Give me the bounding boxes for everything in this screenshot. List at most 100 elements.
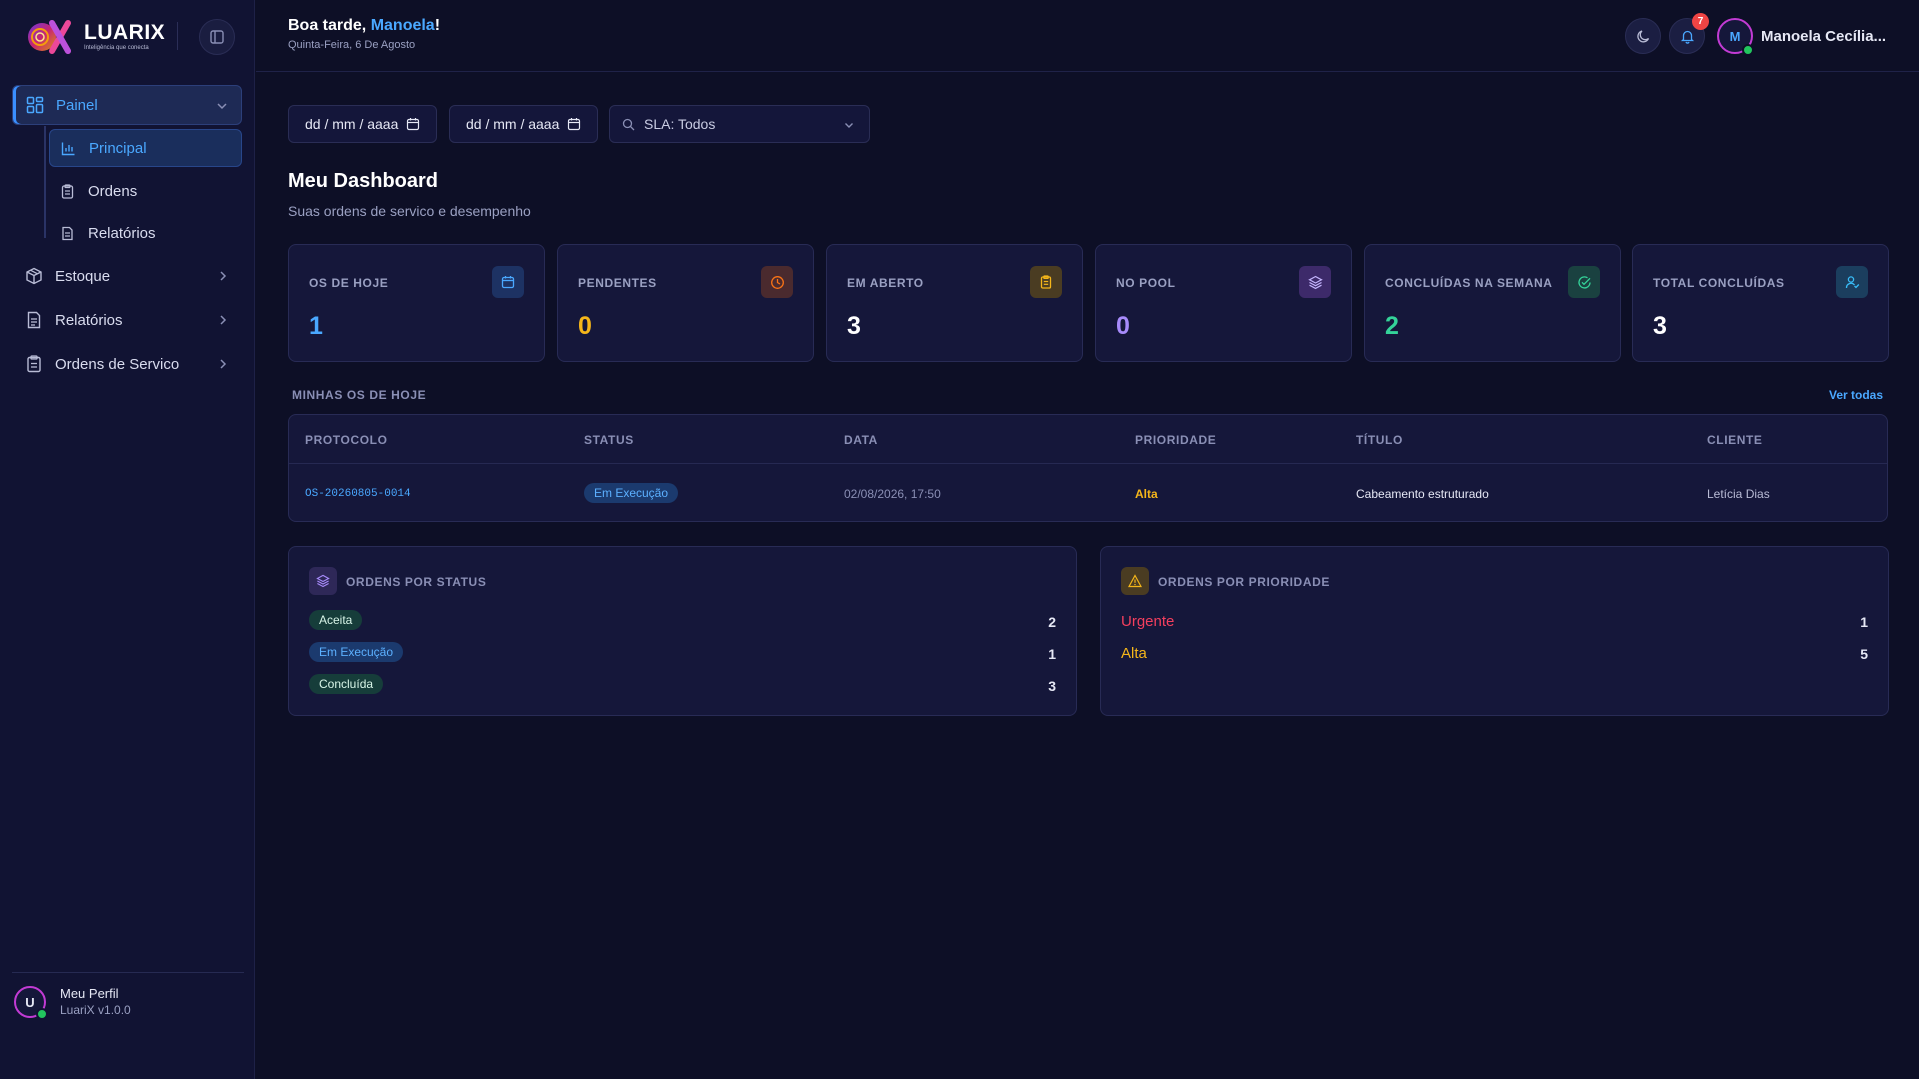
section-title-today-orders: MINHAS OS DE HOJE	[292, 388, 427, 402]
kpi-card-total-concluidas[interactable]: TOTAL CONCLUÍDAS 3	[1632, 244, 1889, 362]
kpi-label: TOTAL CONCLUÍDAS	[1653, 276, 1785, 290]
priority-label: Alta	[1121, 645, 1147, 662]
sidebar: LUARIX Inteligência que conecta Painel P…	[0, 0, 255, 1079]
profile-name: Meu Perfil	[60, 986, 119, 1001]
sidebar-item-painel[interactable]: Painel	[12, 85, 242, 125]
sla-filter-select[interactable]: SLA: Todos	[609, 105, 870, 143]
date-from-input[interactable]: dd / mm / aaaa	[288, 105, 437, 143]
avatar: M	[1717, 18, 1754, 56]
kpi-value: 3	[847, 312, 861, 340]
notification-count-badge: 7	[1692, 13, 1709, 30]
avatar-initial: U	[25, 994, 35, 1010]
status-badge: Aceita	[309, 610, 363, 630]
sidebar-toggle-icon	[210, 30, 224, 44]
user-menu[interactable]: M Manoela Cecília...	[1717, 18, 1887, 56]
sidebar-item-relatorios[interactable]: Relatórios	[12, 300, 242, 340]
order-client: Letícia Dias	[1707, 487, 1770, 501]
status-row: Em Execução 1	[309, 642, 1056, 666]
chevron-down-icon	[217, 103, 227, 110]
order-priority: Alta	[1135, 487, 1158, 501]
moon-icon	[1636, 29, 1649, 42]
kpi-card-em-aberto[interactable]: EM ABERTO 3	[826, 244, 1083, 362]
column-header-prioridade[interactable]: PRIORIDADE	[1135, 433, 1216, 447]
sidebar-subitem-label: Relatórios	[88, 224, 156, 242]
file-text-icon	[27, 311, 41, 329]
column-header-protocolo[interactable]: PROTOCOLO	[305, 433, 388, 447]
sidebar-subitem-ordens[interactable]: Ordens	[49, 172, 242, 210]
file-text-icon	[62, 226, 73, 240]
logo-icon	[28, 20, 71, 54]
order-protocol-link[interactable]: OS-20260805-0014	[305, 488, 411, 500]
theme-toggle-button[interactable]	[1625, 18, 1661, 54]
page-title: Meu Dashboard	[288, 170, 439, 192]
priority-label: Urgente	[1121, 613, 1175, 630]
status-cell: Em Execução	[584, 483, 679, 503]
brand-name: LUARIX	[84, 21, 166, 44]
column-header-cliente[interactable]: CLIENTE	[1707, 433, 1763, 447]
app-version: LuariX v1.0.0	[60, 1003, 131, 1017]
divider	[177, 22, 178, 50]
chevron-right-icon	[220, 315, 227, 325]
calendar-icon[interactable]	[567, 117, 581, 131]
order-date: 02/08/2026, 17:50	[844, 487, 941, 501]
sidebar-item-label: Ordens de Servico	[55, 355, 180, 373]
calendar-icon[interactable]	[406, 117, 420, 131]
kpi-label: NO POOL	[1116, 276, 1176, 290]
column-header-status[interactable]: STATUS	[584, 433, 634, 447]
dashboard-grid-icon	[26, 96, 44, 114]
kpi-label: PENDENTES	[578, 276, 657, 290]
kpi-value: 2	[1385, 312, 1399, 340]
kpi-card-concluidas-semana[interactable]: CONCLUÍDAS NA SEMANA 2	[1364, 244, 1621, 362]
brand-logo[interactable]: LUARIX Inteligência que conecta	[22, 18, 165, 56]
status-row: Aceita 2	[309, 610, 1056, 634]
kpi-value: 1	[309, 312, 323, 340]
collapse-sidebar-button[interactable]	[199, 19, 235, 55]
clipboard-list-icon	[27, 355, 41, 373]
avatar-initial: M	[1729, 28, 1741, 44]
page-subtitle: Suas ordens de servico e desempenho	[288, 203, 531, 219]
sidebar-item-ordens-de-servico[interactable]: Ordens de Servico	[12, 344, 242, 384]
panel-title: ORDENS POR STATUS	[346, 575, 487, 589]
chevron-right-icon	[220, 359, 227, 369]
sla-filter-value: SLA: Todos	[644, 116, 716, 132]
avatar: U	[14, 986, 48, 1020]
bell-icon	[1680, 30, 1694, 44]
table-row[interactable]: OS-20260805-0014 Em Execução 02/08/2026,…	[289, 464, 1887, 522]
today-orders-table: PROTOCOLO STATUS DATA PRIORIDADE TÍTULO …	[288, 414, 1888, 522]
clipboard-icon	[1030, 266, 1062, 298]
sidebar-subitem-principal[interactable]: Principal	[49, 129, 242, 167]
user-name: Manoela Cecília...	[1761, 27, 1887, 45]
date-to-input[interactable]: dd / mm / aaaa	[449, 105, 598, 143]
sidebar-subitem-label: Ordens	[88, 182, 138, 200]
priority-count: 5	[1860, 646, 1868, 662]
orders-by-priority-panel: ORDENS POR PRIORIDADE Urgente 1 Alta 5	[1100, 546, 1889, 716]
notifications-button[interactable]: 7	[1669, 13, 1709, 54]
kpi-label: EM ABERTO	[847, 276, 924, 290]
top-header: Boa tarde, Manoela! Quinta-Feira, 6 De A…	[256, 0, 1919, 72]
column-header-data[interactable]: DATA	[844, 433, 878, 447]
status-row: Concluída 3	[309, 674, 1056, 698]
kpi-card-os-hoje[interactable]: OS DE HOJE 1	[288, 244, 545, 362]
sidebar-subitem-relatorios[interactable]: Relatórios	[49, 214, 242, 252]
status-count: 2	[1048, 614, 1056, 630]
chevron-down-icon	[845, 123, 853, 128]
user-check-icon	[1836, 266, 1868, 298]
sidebar-item-label: Estoque	[55, 267, 111, 285]
greeting-suffix: !	[434, 17, 441, 34]
profile-link[interactable]: U Meu Perfil LuariX v1.0.0	[14, 986, 131, 1020]
online-status-dot	[36, 1008, 48, 1020]
kpi-label: CONCLUÍDAS NA SEMANA	[1385, 276, 1553, 290]
panel-title: ORDENS POR PRIORIDADE	[1158, 575, 1330, 589]
kpi-card-pendentes[interactable]: PENDENTES 0	[557, 244, 814, 362]
calendar-icon	[492, 266, 524, 298]
kpi-card-no-pool[interactable]: NO POOL 0	[1095, 244, 1352, 362]
kpi-value: 0	[1116, 312, 1130, 340]
order-title: Cabeamento estruturado	[1356, 487, 1489, 501]
see-all-link[interactable]: Ver todas	[1829, 388, 1883, 402]
online-status-dot	[1742, 44, 1754, 56]
status-badge: Em Execução	[584, 483, 679, 503]
priority-row: Alta 5	[1121, 642, 1868, 666]
column-header-titulo[interactable]: TÍTULO	[1356, 433, 1403, 447]
sidebar-subitem-label: Principal	[89, 139, 147, 157]
sidebar-item-estoque[interactable]: Estoque	[12, 256, 242, 296]
